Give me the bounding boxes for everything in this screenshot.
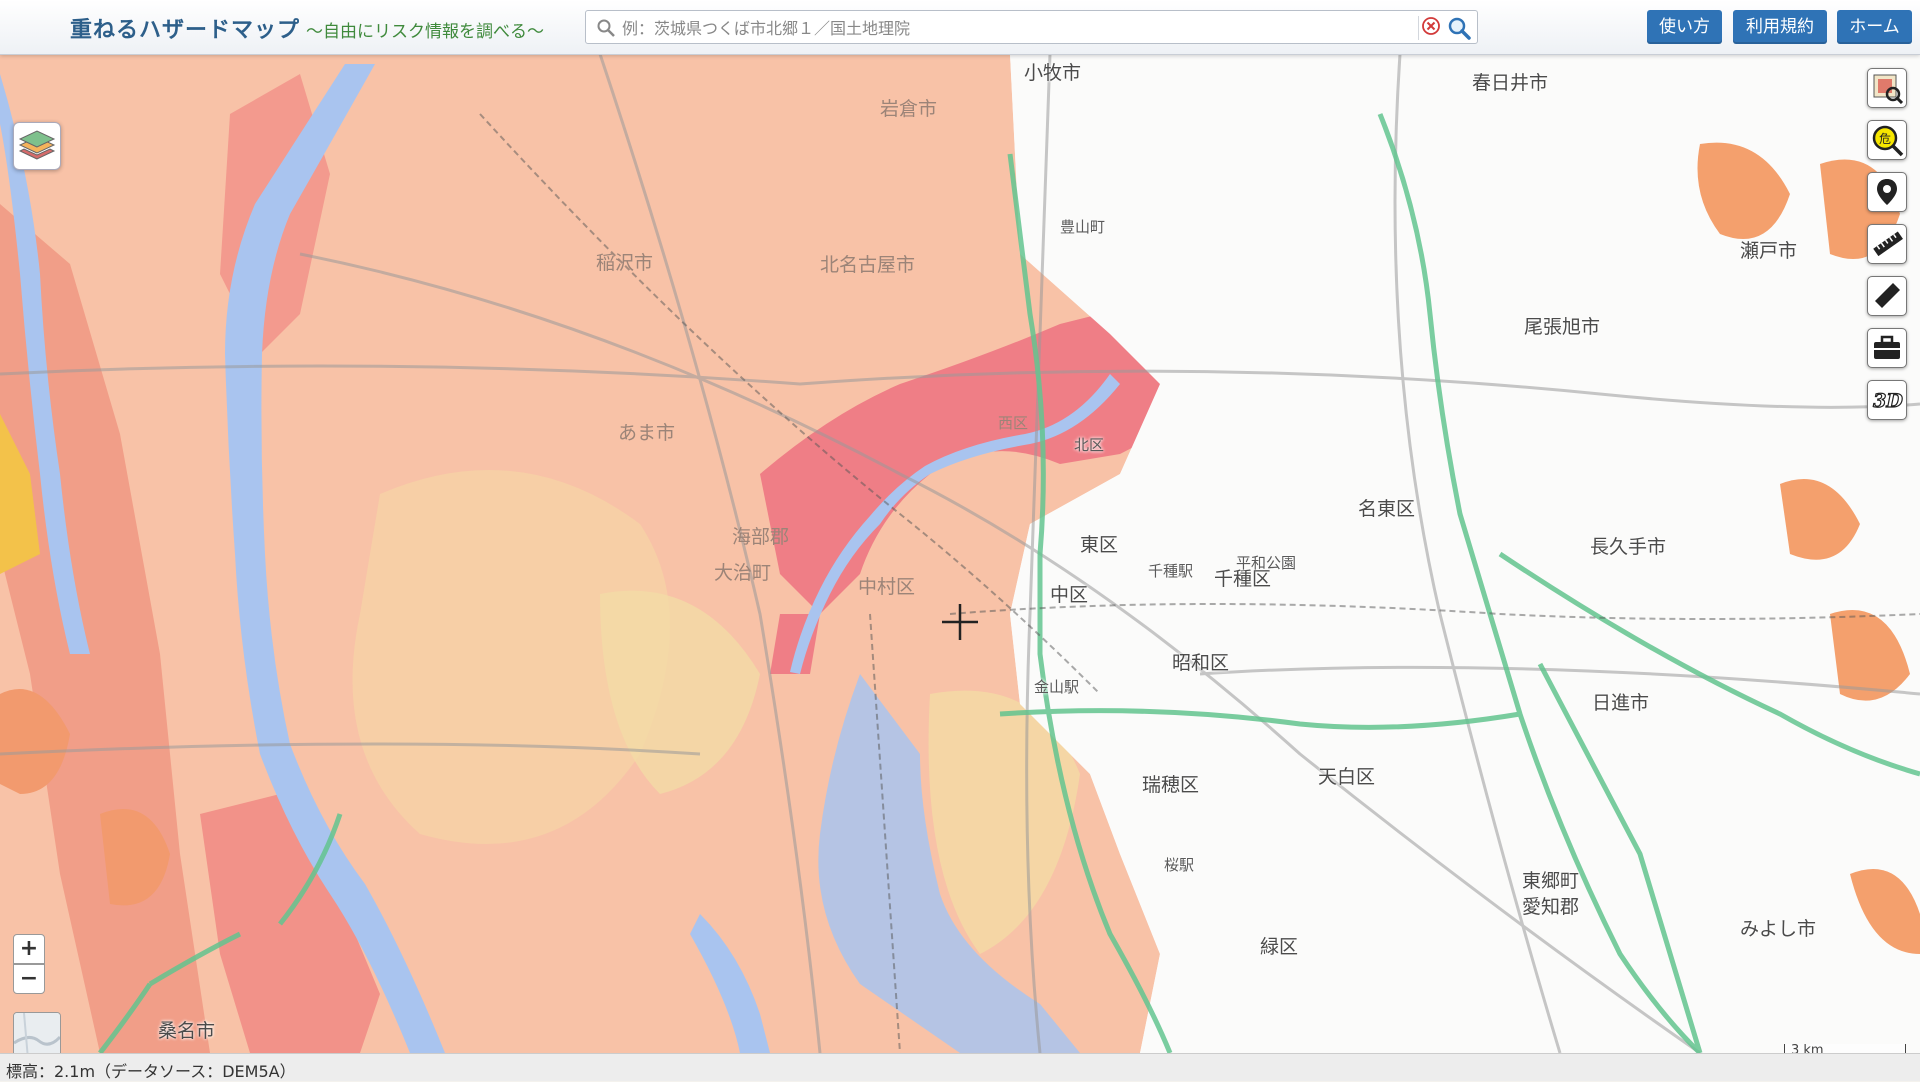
map-label: 日進市 xyxy=(1592,692,1650,714)
measure-button[interactable] xyxy=(1867,224,1907,264)
svg-text:3D: 3D xyxy=(1873,390,1903,412)
home-button[interactable]: ホーム xyxy=(1837,10,1912,44)
search-button[interactable] xyxy=(1446,15,1474,41)
3d-view-button[interactable]: 3D xyxy=(1867,380,1907,420)
map-label: 桑名市 xyxy=(158,1020,216,1042)
search-input[interactable] xyxy=(620,14,1384,42)
map-label: 西区 xyxy=(998,414,1029,432)
map-index-icon xyxy=(1873,74,1903,104)
terms-button[interactable]: 利用規約 xyxy=(1733,10,1827,44)
map-label: 昭和区 xyxy=(1172,652,1230,674)
map-label: 天白区 xyxy=(1318,766,1376,788)
app-header: 重ねるハザードマップ ～自由にリスク情報を調べる～ 使い方 利用規約 ホーム xyxy=(0,0,1920,55)
map-label: 海部郡 xyxy=(732,526,790,548)
elevation-readout: 標高：2.1m（データソース：DEM5A） xyxy=(6,1062,296,1081)
svg-text:危: 危 xyxy=(1879,132,1891,146)
map-label: 桜駅 xyxy=(1164,856,1195,874)
layers-icon xyxy=(18,130,56,160)
map-label: 中村区 xyxy=(858,576,916,598)
map-label: 千種駅 xyxy=(1148,562,1194,580)
base-map-icon xyxy=(14,1013,60,1053)
zoom-in-button[interactable]: + xyxy=(13,934,45,964)
map-label: 小牧市 xyxy=(1024,62,1082,84)
clear-search-button[interactable] xyxy=(1418,16,1442,40)
scale-bar: 3 km xyxy=(1784,1044,1906,1053)
map-label: 尾張旭市 xyxy=(1524,316,1601,338)
map-label: 瑞穂区 xyxy=(1142,774,1200,796)
map-label: 愛知郡 xyxy=(1522,896,1580,918)
map-label: 稲沢市 xyxy=(596,252,654,274)
map-label: 金山駅 xyxy=(1034,678,1080,696)
layer-selector-button[interactable] xyxy=(13,122,61,170)
map-label: 名東区 xyxy=(1358,498,1416,520)
map-label: みよし市 xyxy=(1740,918,1817,940)
search-box xyxy=(585,10,1478,44)
map-label: 東区 xyxy=(1080,534,1119,556)
map-label: 豊山町 xyxy=(1060,218,1106,236)
map-label: 大治町 xyxy=(714,562,772,584)
map-label: 緑区 xyxy=(1260,936,1299,958)
search-icon xyxy=(597,19,615,37)
location-button[interactable] xyxy=(1867,172,1907,212)
map-label: あま市 xyxy=(618,422,676,444)
hazard-search-button[interactable]: 危 xyxy=(1867,120,1907,160)
pin-icon xyxy=(1877,179,1897,205)
app-subtitle: ～自由にリスク情報を調べる～ xyxy=(306,22,544,42)
tools-button[interactable] xyxy=(1867,328,1907,368)
toolbox-icon xyxy=(1874,335,1900,359)
map-label: 春日井市 xyxy=(1472,72,1549,94)
zoom-out-button[interactable]: − xyxy=(13,964,45,994)
map-label: 北名古屋市 xyxy=(820,254,916,276)
map-label: 東郷町 xyxy=(1522,870,1580,892)
hazard-map[interactable]: 小牧市 春日井市 岩倉市 北名古屋市 稲沢市 あま市 海部郡 大治町 中村区 中… xyxy=(0,54,1920,1053)
app-title[interactable]: 重ねるハザードマップ xyxy=(70,12,300,44)
magnifier-icon xyxy=(1448,17,1471,40)
status-footer: 標高：2.1m（データソース：DEM5A） xyxy=(0,1053,1920,1081)
howto-button[interactable]: 使い方 xyxy=(1647,10,1722,44)
map-label: 岩倉市 xyxy=(880,98,938,120)
map-index-button[interactable] xyxy=(1867,68,1907,108)
base-map-toggle-button[interactable] xyxy=(13,1012,61,1053)
3d-icon: 3D xyxy=(1873,389,1904,412)
map-label: 長久手市 xyxy=(1590,536,1667,558)
pencil-icon xyxy=(1875,283,1900,308)
draw-button[interactable] xyxy=(1867,276,1907,316)
map-label: 平和公園 xyxy=(1236,554,1297,572)
map-label: 北区 xyxy=(1074,436,1105,454)
map-label: 瀬戸市 xyxy=(1740,240,1798,262)
map-label: 中区 xyxy=(1050,584,1089,606)
crosshair-icon xyxy=(942,604,978,640)
hazard-search-icon: 危 xyxy=(1872,125,1904,157)
close-icon xyxy=(1422,17,1440,35)
ruler-icon xyxy=(1873,231,1903,257)
